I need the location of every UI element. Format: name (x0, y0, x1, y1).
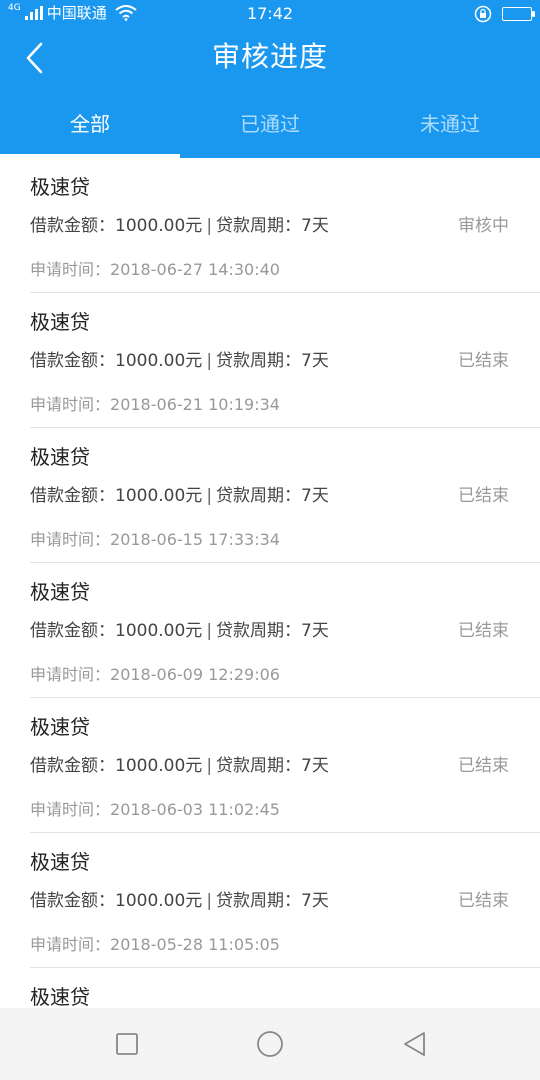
apply-time: 申请时间：2018-06-21 10:19:34 (30, 394, 280, 416)
period-value: 7天 (301, 891, 329, 911)
list-item[interactable]: 极速贷 借款金额：1000.00元 | 贷款周期：7天 已结束 申请时间：2018-… (0, 698, 540, 833)
status-badge: 已结束 (458, 621, 509, 641)
loan-detail: 借款金额：1000.00元 | 贷款周期：7天 (30, 889, 329, 913)
apply-time-value: 2018-06-27 14:30:40 (110, 260, 280, 279)
status-badge: 已结束 (458, 756, 509, 776)
loan-detail: 借款金额：1000.00元 | 贷款周期：7天 (30, 619, 329, 643)
amount-label: 借款金额： (30, 486, 115, 506)
apply-time: 申请时间：2018-06-09 12:29:06 (30, 664, 280, 686)
status-time: 17:42 (246, 4, 294, 23)
status-badge: 审核中 (458, 216, 509, 236)
apply-time-label: 申请时间： (30, 395, 111, 414)
list-item[interactable]: 极速贷 借款金额：1000.00元 | 贷款周期：7天 审核中 申请时间：2018-… (0, 158, 540, 293)
period-label: 贷款周期： (216, 216, 302, 236)
apply-time-label: 申请时间： (30, 665, 111, 684)
period-label: 贷款周期： (216, 891, 302, 911)
amount-value: 1000.00元 (115, 621, 203, 641)
apply-time-label: 申请时间： (30, 530, 111, 549)
product-name: 极速贷 (30, 445, 90, 469)
tab-approved[interactable]: 已通过 (180, 98, 360, 158)
list-item[interactable]: 极速贷 借款金额：1000.00元 | 贷款周期：7天 已结束 申请时间：2018-… (0, 293, 540, 428)
amount-value: 1000.00元 (115, 756, 203, 776)
apply-time-value: 2018-06-03 11:02:45 (110, 800, 280, 819)
status-badge: 已结束 (458, 891, 509, 911)
triangle-back-icon (404, 1032, 425, 1056)
amount-label: 借款金额： (30, 621, 115, 641)
separator: | (206, 621, 213, 641)
separator: | (206, 891, 213, 911)
circle-icon (257, 1031, 283, 1057)
list-item[interactable]: 极速贷 (0, 968, 540, 1008)
product-name: 极速贷 (30, 580, 90, 604)
apply-time-label: 申请时间： (30, 260, 111, 279)
tab-bar: 全部 已通过 未通过 (0, 98, 540, 158)
rotation-lock-icon (474, 5, 492, 23)
recent-apps-button[interactable] (111, 1028, 143, 1060)
period-value: 7天 (301, 486, 329, 506)
period-value: 7天 (301, 621, 329, 641)
amount-label: 借款金额： (30, 351, 115, 371)
tab-all[interactable]: 全部 (0, 98, 180, 158)
apply-time-label: 申请时间： (30, 800, 111, 819)
period-label: 贷款周期： (216, 621, 302, 641)
separator: | (206, 756, 213, 776)
status-bar: 4G 中国联通 17:42 (0, 0, 540, 28)
list-item[interactable]: 极速贷 借款金额：1000.00元 | 贷款周期：7天 已结束 申请时间：2018-… (0, 428, 540, 563)
status-badge: 已结束 (458, 351, 509, 371)
home-button[interactable] (254, 1028, 286, 1060)
amount-value: 1000.00元 (115, 351, 203, 371)
status-right (474, 5, 535, 23)
amount-label: 借款金额： (30, 756, 115, 776)
amount-value: 1000.00元 (115, 216, 203, 236)
product-name: 极速贷 (30, 175, 90, 199)
application-list[interactable]: 极速贷 借款金额：1000.00元 | 贷款周期：7天 审核中 申请时间：2018-… (0, 158, 540, 1008)
apply-time-value: 2018-05-28 11:05:05 (110, 935, 280, 954)
loan-detail: 借款金额：1000.00元 | 贷款周期：7天 (30, 214, 329, 238)
period-label: 贷款周期： (216, 486, 302, 506)
amount-value: 1000.00元 (115, 891, 203, 911)
battery-icon (502, 7, 535, 21)
apply-time: 申请时间：2018-06-27 14:30:40 (30, 259, 280, 281)
app-header: 4G 中国联通 17:42 审核进度 全部 已通过 未通过 (0, 0, 540, 158)
separator: | (206, 351, 213, 371)
separator: | (206, 216, 213, 236)
product-name: 极速贷 (30, 985, 90, 1008)
loan-detail: 借款金额：1000.00元 | 贷款周期：7天 (30, 484, 329, 508)
status-badge: 已结束 (458, 486, 509, 506)
nav-bar: 审核进度 (0, 28, 540, 88)
apply-time-label: 申请时间： (30, 935, 111, 954)
square-icon (116, 1033, 138, 1055)
back-nav-button[interactable] (399, 1028, 431, 1060)
period-value: 7天 (301, 216, 329, 236)
page-title: 审核进度 (211, 40, 328, 73)
list-item[interactable]: 极速贷 借款金额：1000.00元 | 贷款周期：7天 已结束 申请时间：2018-… (0, 563, 540, 698)
product-name: 极速贷 (30, 310, 90, 334)
amount-label: 借款金额： (30, 891, 115, 911)
system-nav-bar (0, 1008, 540, 1080)
period-value: 7天 (301, 756, 329, 776)
apply-time: 申请时间：2018-06-15 17:33:34 (30, 529, 280, 551)
apply-time-value: 2018-06-21 10:19:34 (110, 395, 280, 414)
loan-detail: 借款金额：1000.00元 | 贷款周期：7天 (30, 349, 329, 373)
separator: | (206, 486, 213, 506)
apply-time-value: 2018-06-09 12:29:06 (110, 665, 280, 684)
amount-label: 借款金额： (30, 216, 115, 236)
period-label: 贷款周期： (216, 351, 302, 371)
apply-time-value: 2018-06-15 17:33:34 (110, 530, 280, 549)
amount-value: 1000.00元 (115, 486, 203, 506)
product-name: 极速贷 (30, 850, 90, 874)
tab-rejected[interactable]: 未通过 (360, 98, 540, 158)
period-value: 7天 (301, 351, 329, 371)
list-item[interactable]: 极速贷 借款金额：1000.00元 | 贷款周期：7天 已结束 申请时间：2018-… (0, 833, 540, 968)
loan-detail: 借款金额：1000.00元 | 贷款周期：7天 (30, 754, 329, 778)
product-name: 极速贷 (30, 715, 90, 739)
apply-time: 申请时间：2018-06-03 11:02:45 (30, 799, 280, 821)
apply-time: 申请时间：2018-05-28 11:05:05 (30, 934, 280, 956)
period-label: 贷款周期： (216, 756, 302, 776)
